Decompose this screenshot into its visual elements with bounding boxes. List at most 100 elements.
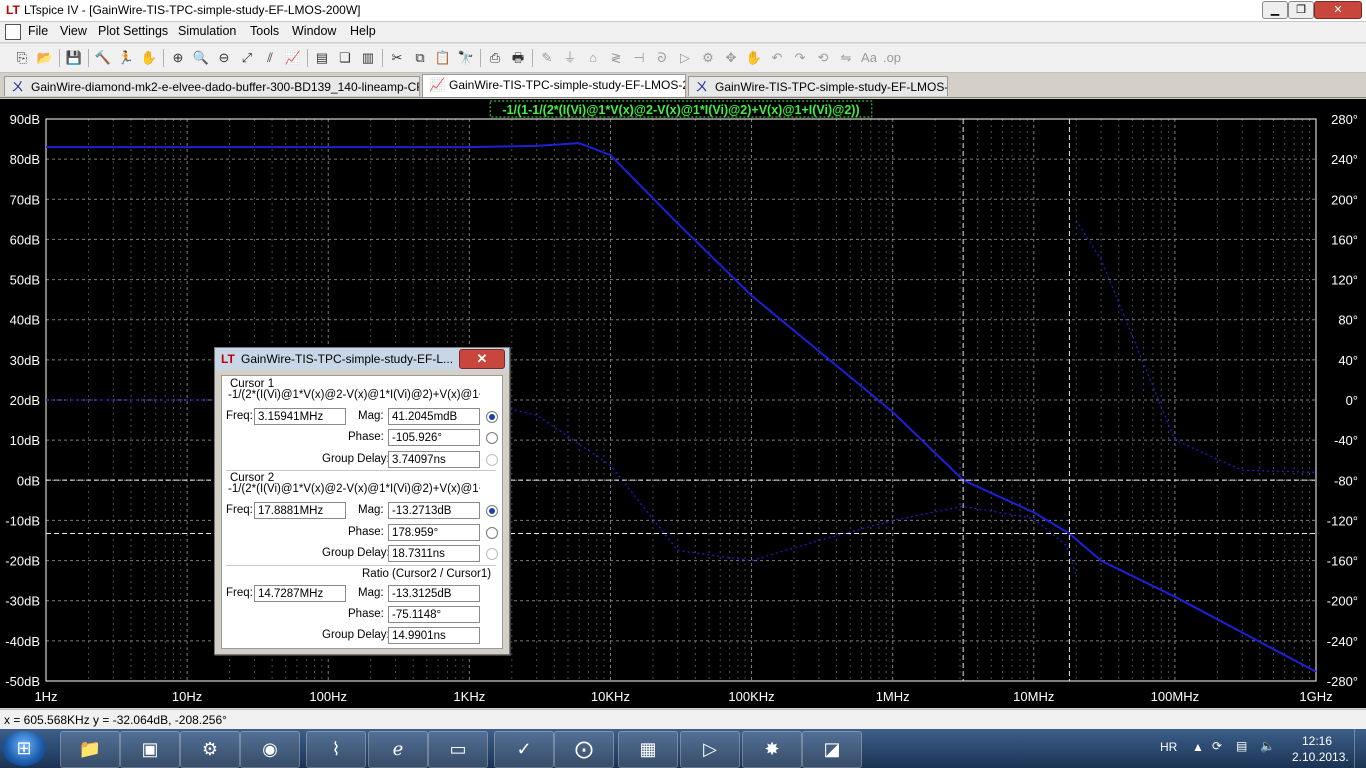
drag-icon[interactable]: ✋ xyxy=(744,48,764,68)
save-icon[interactable]: 💾 xyxy=(64,48,84,68)
tab-waveform-gainwire[interactable]: 📈 GainWire-TIS-TPC-simple-study-EF-LMOS-… xyxy=(422,74,686,97)
explorer-icon[interactable]: 📁 xyxy=(60,731,120,768)
cursor2-gd-field[interactable]: 18.7311ns xyxy=(388,545,480,562)
cursor2-phase-field[interactable]: 178.959° xyxy=(388,524,480,541)
print-setup-icon[interactable]: ⎙ xyxy=(485,48,505,68)
menu-view[interactable]: View xyxy=(60,24,87,38)
component-icon[interactable]: ⚙ xyxy=(698,48,718,68)
pdf-icon[interactable]: ⨀ xyxy=(554,731,614,768)
oscilloscope-icon[interactable]: ⌇ xyxy=(306,731,366,768)
ratio-phase-field[interactable]: -75.1148° xyxy=(388,606,480,623)
maximize-button[interactable]: ❐ xyxy=(1288,1,1314,19)
undo-icon[interactable]: ↶ xyxy=(767,48,787,68)
clock-date[interactable]: 2.10.2013. xyxy=(1292,750,1349,764)
menu-simulation[interactable]: Simulation xyxy=(178,24,236,38)
splat-icon[interactable]: ✸ xyxy=(742,731,802,768)
ratio-gd-field[interactable]: 14.9901ns xyxy=(388,627,480,644)
mirror-icon[interactable]: ⇋ xyxy=(836,48,856,68)
tile-horizontal-icon[interactable]: ▤ xyxy=(312,48,332,68)
document-icon[interactable] xyxy=(5,24,21,40)
menu-file[interactable]: File xyxy=(28,24,48,38)
network-icon[interactable]: ▤ xyxy=(1236,739,1247,753)
open-icon[interactable]: 📂 xyxy=(35,48,55,68)
cursor1-mag-radio[interactable] xyxy=(486,411,498,423)
dialog-title-bar[interactable]: LT GainWire-TIS-TPC-simple-study-EF-L...… xyxy=(215,348,509,370)
tile-vertical-icon[interactable]: ▥ xyxy=(358,48,378,68)
show-desktop-button[interactable] xyxy=(1354,729,1366,768)
spice-directive-icon[interactable]: .op xyxy=(882,48,902,68)
move-icon[interactable]: ✥ xyxy=(721,48,741,68)
status-bar: x = 605.568KHz y = -32.064dB, -208.256° xyxy=(0,709,1366,730)
paste-icon[interactable]: 📋 xyxy=(433,48,453,68)
text-icon[interactable]: Aa xyxy=(859,48,879,68)
pick-traces-icon[interactable]: 📈 xyxy=(283,48,303,68)
ratio-freq-field[interactable]: 14.7287MHz xyxy=(254,585,346,602)
notes-icon[interactable]: ◪ xyxy=(802,731,862,768)
ltspice-icon[interactable]: ✓ xyxy=(494,731,554,768)
cursor1-freq-field[interactable]: 3.15941MHz xyxy=(254,408,346,425)
zoom-out-icon[interactable]: ⊖ xyxy=(214,48,234,68)
diode-icon[interactable]: ▷ xyxy=(675,48,695,68)
cursor1-phase-radio[interactable] xyxy=(486,432,498,444)
print-icon[interactable]: 🖶 xyxy=(508,48,528,68)
tab-schematic-diamond[interactable]: ㄨ GainWire-diamond-mk2-e-elvee-dado-buff… xyxy=(4,76,420,96)
waveform-plot[interactable]: 90dB 80dB 70dB 60dB 50dB 40dB 30dB 20dB 10dB 0dB -… xyxy=(0,99,1366,708)
zoom-in-icon[interactable]: ⊕ xyxy=(168,48,188,68)
autorange-icon[interactable]: ⫽ xyxy=(260,48,280,68)
cursor2-freq-field[interactable]: 17.8881MHz xyxy=(254,502,346,519)
copy-icon[interactable]: ⧉ xyxy=(410,48,430,68)
y-left-tick-label: -20dB xyxy=(5,554,40,569)
zoom-fit-icon[interactable]: ⤢ xyxy=(237,48,257,68)
menu-help[interactable]: Help xyxy=(350,24,376,38)
cursor1-gd-field[interactable]: 3.74097ns xyxy=(388,451,480,468)
show-hidden-icons-icon[interactable]: ▲ xyxy=(1192,740,1204,754)
cursor2-mag-radio[interactable] xyxy=(486,505,498,517)
clock-time[interactable]: 12:16 xyxy=(1302,734,1332,748)
eagle-icon[interactable]: ▷ xyxy=(680,731,740,768)
zoom-area-icon[interactable]: 🔍 xyxy=(191,48,211,68)
cursor2-phase-radio[interactable] xyxy=(486,527,498,539)
cascade-icon[interactable]: ❏ xyxy=(335,48,355,68)
cursor1-gd-radio[interactable] xyxy=(486,454,498,466)
cursor1-phase-field[interactable]: -105.926° xyxy=(388,429,480,446)
windows-start-icon[interactable]: ⊞ xyxy=(2,731,46,766)
cursor-dialog[interactable]: LT GainWire-TIS-TPC-simple-study-EF-L...… xyxy=(214,347,510,655)
run-icon[interactable]: 🏃 xyxy=(116,48,136,68)
internet-explorer-icon[interactable]: ℯ xyxy=(368,731,428,768)
cursor2-mag-field[interactable]: -13.2713dB xyxy=(388,502,480,519)
language-indicator[interactable]: HR xyxy=(1160,740,1177,754)
resistor-icon[interactable]: ≷ xyxy=(606,48,626,68)
control-panel-icon[interactable]: 🔨 xyxy=(93,48,113,68)
menu-plot-settings[interactable]: Plot Settings xyxy=(98,24,168,38)
ground-icon[interactable]: ⏚ xyxy=(560,48,580,68)
media-player-icon[interactable]: ▣ xyxy=(120,731,180,768)
rotate-icon[interactable]: ⟲ xyxy=(813,48,833,68)
new-schematic-icon[interactable]: ⎘ xyxy=(12,48,32,68)
wire-icon[interactable]: ✎ xyxy=(537,48,557,68)
label-icon[interactable]: ⌂ xyxy=(583,48,603,68)
dialog-title: GainWire-TIS-TPC-simple-study-EF-L... xyxy=(241,352,454,366)
cursor1-mag-field[interactable]: 41.2045mdB xyxy=(388,408,480,425)
sync-icon[interactable]: ⟳ xyxy=(1212,739,1222,753)
halt-icon[interactable]: ✋ xyxy=(139,48,159,68)
tab-schematic-gainwire[interactable]: ㄨ GainWire-TIS-TPC-simple-study-EF-LMOS-… xyxy=(688,76,948,96)
volume-icon[interactable]: 🔈 xyxy=(1260,739,1275,753)
cut-icon[interactable]: ✂ xyxy=(387,48,407,68)
photo-icon[interactable]: ▭ xyxy=(428,731,488,768)
menu-window[interactable]: Window xyxy=(292,24,336,38)
inductor-icon[interactable]: ᘐ xyxy=(652,48,672,68)
menu-bar: File View Plot Settings Simulation Tools… xyxy=(0,22,1366,58)
document-icon[interactable]: ▦ xyxy=(618,731,678,768)
dialog-close-button[interactable]: ✕ xyxy=(459,349,505,369)
antivirus-icon[interactable]: ◉ xyxy=(240,731,300,768)
redo-icon[interactable]: ↷ xyxy=(790,48,810,68)
minimize-button[interactable]: ▁ xyxy=(1262,1,1288,19)
tool-icon[interactable]: ⚙ xyxy=(180,731,240,768)
close-button[interactable]: ✕ xyxy=(1314,1,1362,19)
find-icon[interactable]: 🔭 xyxy=(456,48,476,68)
capacitor-icon[interactable]: ⊣ xyxy=(629,48,649,68)
cursor2-gd-radio[interactable] xyxy=(486,548,498,560)
menu-tools[interactable]: Tools xyxy=(250,24,279,38)
bode-plot[interactable]: 90dB 80dB 70dB 60dB 50dB 40dB 30dB 20dB 10dB 0dB -… xyxy=(0,99,1366,708)
ratio-mag-field[interactable]: -13.3125dB xyxy=(388,585,480,602)
